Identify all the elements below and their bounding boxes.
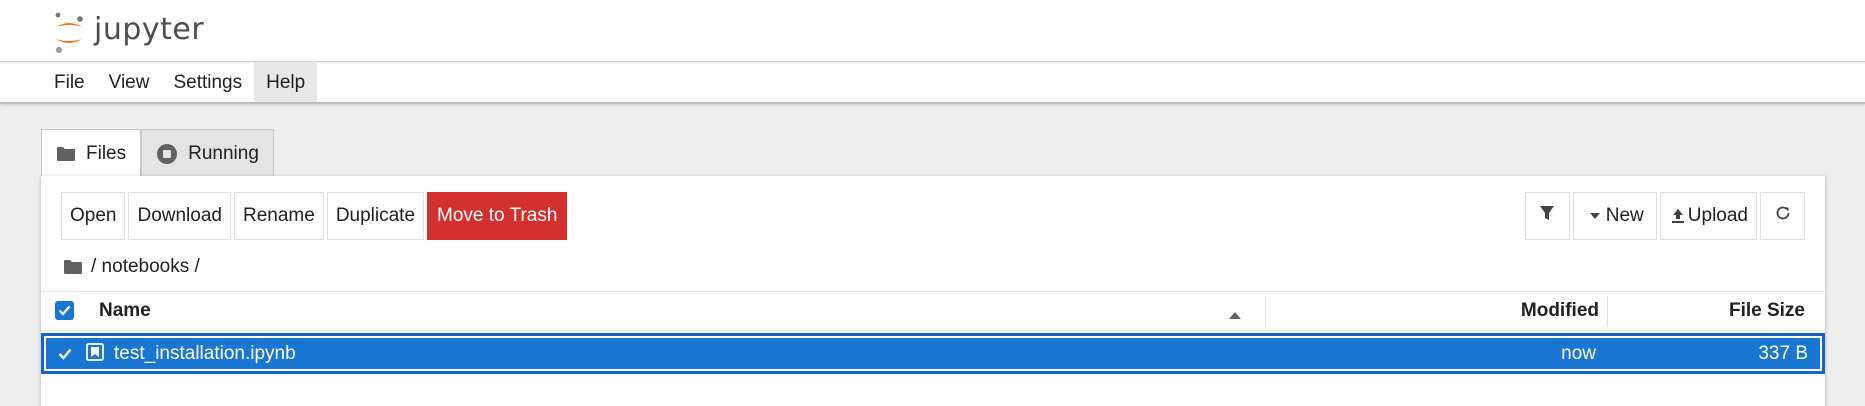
tab-running[interactable]: Running	[141, 129, 274, 177]
menu-help[interactable]: Help	[254, 63, 318, 102]
refresh-button[interactable]	[1760, 192, 1805, 240]
notebook-icon	[86, 343, 104, 361]
tab-files[interactable]: Files	[41, 129, 142, 178]
open-button[interactable]: Open	[61, 192, 126, 240]
new-button[interactable]: New	[1572, 192, 1657, 240]
menu-view[interactable]: View	[97, 63, 162, 102]
tab-running-label: Running	[188, 142, 259, 164]
column-divider[interactable]	[1265, 296, 1266, 326]
caret-down-icon	[1589, 213, 1600, 219]
row-checkbox[interactable]	[55, 344, 74, 363]
breadcrumb: / notebooks /	[63, 252, 200, 282]
upload-button-label: Upload	[1687, 205, 1748, 226]
file-list-header: Name Modified File Size	[41, 291, 1825, 331]
upload-button[interactable]: Upload	[1659, 192, 1757, 240]
filter-icon	[1539, 205, 1555, 227]
folder-icon	[56, 146, 76, 162]
breadcrumb-path[interactable]: / notebooks /	[91, 256, 200, 278]
refresh-icon	[1774, 204, 1792, 228]
file-row[interactable]: test_installation.ipynb now 337 B	[41, 333, 1825, 374]
jupyter-logo[interactable]: jupyter	[52, 10, 204, 54]
column-divider[interactable]	[1607, 296, 1608, 326]
new-button-label: New	[1605, 205, 1644, 226]
file-modified: now	[1561, 342, 1596, 364]
move-to-trash-button[interactable]: Move to Trash	[427, 192, 568, 240]
file-size: 337 B	[1758, 342, 1808, 364]
file-browser-panel: Open Download Rename Duplicate Move to T…	[41, 176, 1825, 406]
filter-button[interactable]	[1524, 192, 1570, 240]
menu-bar: File View Settings Help	[0, 63, 1865, 104]
menu-settings[interactable]: Settings	[161, 63, 254, 102]
jupyter-logo-icon	[55, 12, 83, 54]
upload-icon	[1671, 208, 1685, 224]
sort-ascending-icon[interactable]	[1229, 306, 1241, 324]
rename-button[interactable]: Rename	[233, 192, 324, 240]
file-name[interactable]: test_installation.ipynb	[114, 343, 296, 365]
logo-text: jupyter	[94, 11, 205, 47]
column-header-size[interactable]: File Size	[1729, 300, 1805, 322]
download-button[interactable]: Download	[128, 192, 231, 240]
duplicate-button[interactable]: Duplicate	[326, 192, 425, 240]
tab-bar: Files Running	[41, 129, 274, 178]
top-header: jupyter	[0, 0, 1865, 62]
column-header-modified[interactable]: Modified	[1521, 300, 1599, 322]
stop-circle-icon	[156, 143, 178, 165]
browser-toolbar: New Upload	[1524, 192, 1805, 240]
file-actions-toolbar: Open Download Rename Duplicate Move to T…	[61, 192, 568, 240]
column-header-name[interactable]: Name	[99, 300, 151, 322]
tab-files-label: Files	[86, 143, 127, 164]
menu-file[interactable]: File	[42, 63, 97, 102]
select-all-checkbox[interactable]	[55, 301, 74, 320]
home-folder-icon[interactable]	[63, 259, 83, 275]
